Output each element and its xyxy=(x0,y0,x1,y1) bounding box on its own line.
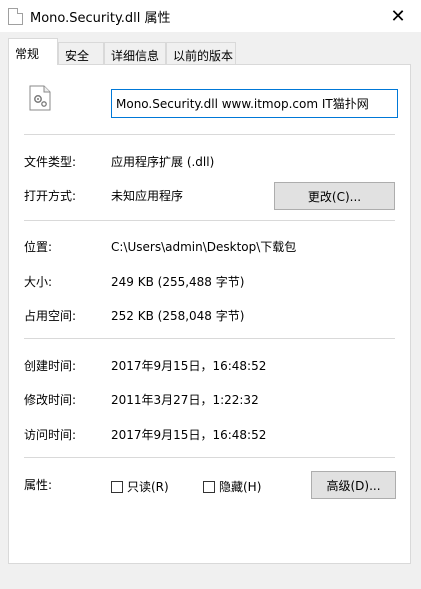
dll-file-icon xyxy=(29,85,51,111)
divider xyxy=(24,134,395,135)
divider xyxy=(24,338,395,339)
tab-details[interactable]: 详细信息 xyxy=(104,42,166,64)
general-panel: 文件类型: 应用程序扩展 (.dll) 打开方式: 未知应用程序 更改(C)..… xyxy=(8,64,411,564)
accessed-value: 2017年9月15日，16:48:52 xyxy=(111,428,267,442)
window-title: Mono.Security.dll 属性 xyxy=(30,11,171,26)
attributes-label: 属性: xyxy=(24,478,53,492)
hidden-label: 隐藏(H) xyxy=(219,480,262,494)
hidden-checkbox[interactable]: 隐藏(H) xyxy=(203,478,261,495)
divider xyxy=(24,457,395,458)
open-with-value: 未知应用程序 xyxy=(111,189,184,203)
file-type-label: 文件类型: xyxy=(24,155,77,169)
location-label: 位置: xyxy=(24,240,53,254)
tab-previous-versions[interactable]: 以前的版本 xyxy=(166,42,236,64)
created-value: 2017年9月15日，16:48:52 xyxy=(111,359,267,373)
size-label: 大小: xyxy=(24,275,53,289)
tab-general[interactable]: 常规 xyxy=(8,38,58,65)
readonly-checkbox-box[interactable] xyxy=(111,480,123,493)
created-label: 创建时间: xyxy=(24,359,77,373)
advanced-button[interactable]: 高级(D)... xyxy=(311,471,396,499)
location-value: C:\Users\admin\Desktop\下载包 xyxy=(111,240,297,254)
readonly-checkbox[interactable]: 只读(R) xyxy=(111,478,169,495)
filename-input[interactable] xyxy=(111,89,398,118)
tab-strip: 常规 安全 详细信息 以前的版本 xyxy=(0,38,421,65)
readonly-label: 只读(R) xyxy=(127,480,169,494)
modified-value: 2011年3月27日，1:22:32 xyxy=(111,393,259,407)
close-icon: ✕ xyxy=(390,5,406,27)
file-icon xyxy=(8,8,23,25)
tab-security[interactable]: 安全 xyxy=(58,42,104,64)
open-with-label: 打开方式: xyxy=(24,189,77,203)
modified-label: 修改时间: xyxy=(24,393,77,407)
change-button[interactable]: 更改(C)... xyxy=(274,182,395,210)
divider xyxy=(24,220,395,221)
size-on-disk-value: 252 KB (258,048 字节) xyxy=(111,309,245,323)
file-type-value: 应用程序扩展 (.dll) xyxy=(111,155,215,169)
title-bar: Mono.Security.dll 属性 ✕ xyxy=(0,0,421,32)
accessed-label: 访问时间: xyxy=(24,428,77,442)
close-button[interactable]: ✕ xyxy=(375,0,421,32)
size-on-disk-label: 占用空间: xyxy=(24,309,77,323)
hidden-checkbox-box[interactable] xyxy=(203,480,215,493)
size-value: 249 KB (255,488 字节) xyxy=(111,275,245,289)
